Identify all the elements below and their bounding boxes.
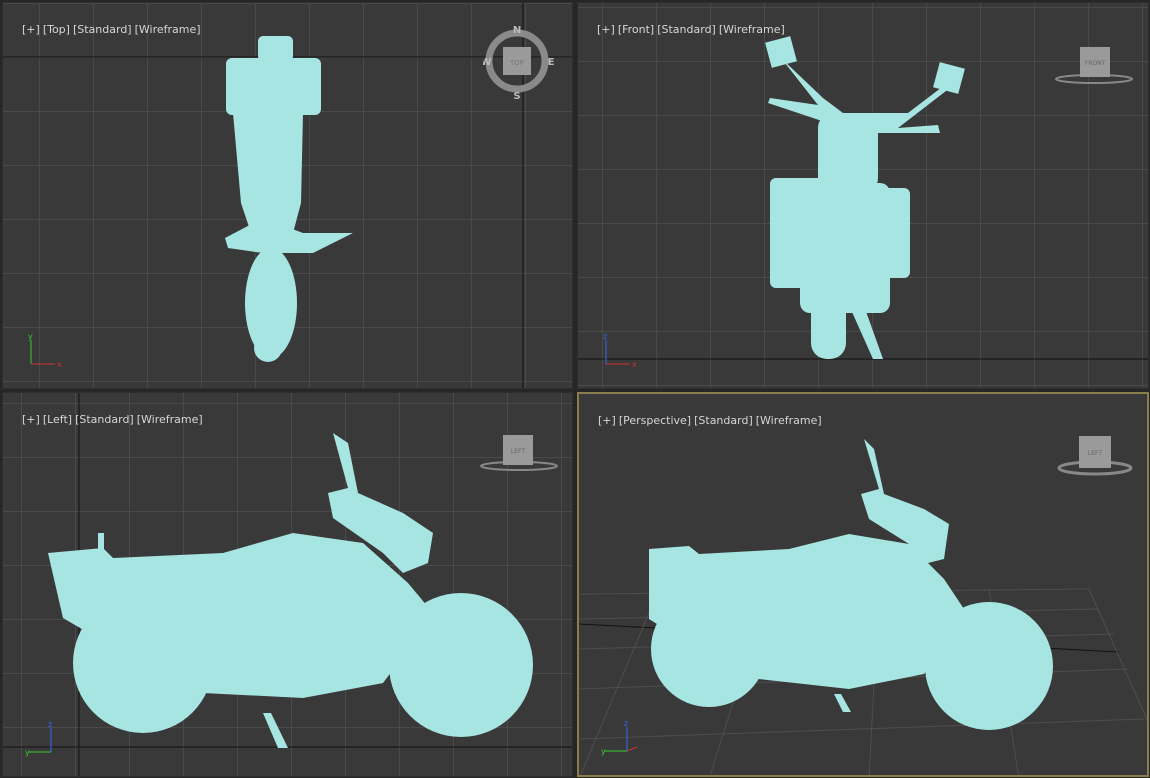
- shading-menu[interactable]: [Standard]: [75, 413, 134, 426]
- view-type-menu[interactable]: [Perspective]: [619, 414, 691, 427]
- motorcycle-side[interactable]: [48, 433, 533, 748]
- svg-text:y: y: [25, 748, 30, 757]
- svg-text:x: x: [57, 360, 62, 369]
- display-mode-menu[interactable]: [Wireframe]: [756, 414, 822, 427]
- shading-menu[interactable]: [Standard]: [694, 414, 753, 427]
- view-type-menu[interactable]: [Top]: [43, 23, 70, 36]
- axis-tripod: yx: [28, 332, 62, 369]
- shading-menu[interactable]: [Standard]: [657, 23, 716, 36]
- viewport-menu[interactable]: [+]: [22, 23, 40, 36]
- svg-text:x: x: [632, 360, 637, 369]
- svg-text:y: y: [28, 332, 33, 341]
- viewcube-compass[interactable]: TOP N S E W: [480, 23, 555, 102]
- viewport-front[interactable]: [+] [Front] [Standard] [Wireframe] FRONT zx: [577, 2, 1149, 389]
- svg-text:S: S: [513, 91, 520, 99]
- svg-text:W: W: [483, 57, 492, 68]
- svg-text:z: z: [603, 332, 607, 341]
- display-mode-menu[interactable]: [Wireframe]: [137, 413, 203, 426]
- axis-tripod: zy: [601, 719, 638, 756]
- svg-text:TOP: TOP: [509, 59, 524, 67]
- svg-text:FRONT: FRONT: [1085, 60, 1106, 67]
- svg-text:z: z: [48, 720, 52, 729]
- axis-tripod: zy: [25, 720, 52, 757]
- svg-text:y: y: [601, 747, 606, 756]
- viewport-menu[interactable]: [+]: [22, 413, 40, 426]
- svg-text:LEFT: LEFT: [1088, 450, 1102, 457]
- svg-text:N: N: [513, 25, 521, 36]
- viewport-menu[interactable]: [+]: [597, 23, 615, 36]
- viewport-label: [+] [Top] [Standard] [Wireframe]: [8, 10, 204, 49]
- svg-text:E: E: [548, 57, 555, 68]
- svg-text:LEFT: LEFT: [511, 448, 525, 455]
- view-type-menu[interactable]: [Left]: [43, 413, 72, 426]
- viewport-perspective[interactable]: [+] [Perspective] [Standard] [Wireframe] LE…: [577, 392, 1149, 777]
- display-mode-menu[interactable]: [Wireframe]: [719, 23, 785, 36]
- viewport-label: [+] [Front] [Standard] [Wireframe]: [583, 10, 788, 49]
- view-type-menu[interactable]: [Front]: [618, 23, 654, 36]
- shading-menu[interactable]: [Standard]: [73, 23, 132, 36]
- viewcube[interactable]: LEFT: [479, 433, 559, 473]
- viewport-label: [+] [Perspective] [Standard] [Wireframe]: [584, 401, 825, 440]
- axis-tripod: zx: [603, 332, 637, 369]
- svg-text:z: z: [624, 719, 628, 728]
- viewcube[interactable]: FRONT: [1054, 45, 1134, 87]
- display-mode-menu[interactable]: [Wireframe]: [135, 23, 201, 36]
- motorcycle-top[interactable]: [225, 36, 353, 362]
- viewcube[interactable]: LEFT: [1057, 434, 1137, 478]
- viewport-label: [+] [Left] [Standard] [Wireframe]: [8, 400, 206, 439]
- viewport-left[interactable]: [+] [Left] [Standard] [Wireframe] LEFT zy: [2, 392, 573, 777]
- motorcycle-front[interactable]: [765, 36, 965, 359]
- viewport-top[interactable]: [+] [Top] [Standard] [Wireframe] TOP N S E …: [2, 2, 573, 389]
- viewport-menu[interactable]: [+]: [598, 414, 616, 427]
- motorcycle-perspective[interactable]: [649, 439, 1053, 730]
